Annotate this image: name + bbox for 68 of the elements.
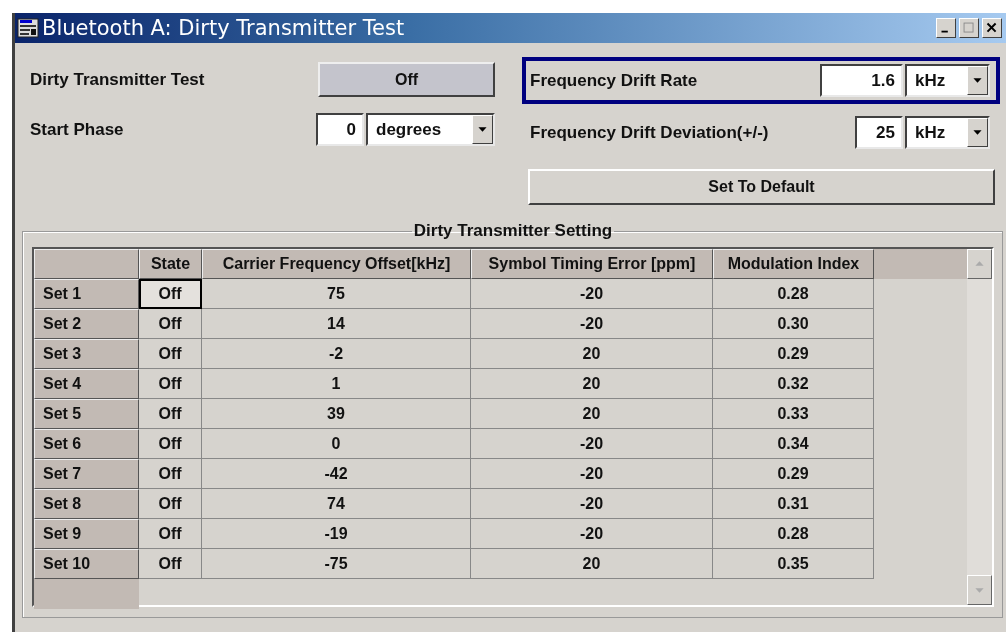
table-cell: 0 bbox=[202, 429, 471, 459]
state-cell[interactable]: Off bbox=[139, 369, 202, 399]
table-cell: -20 bbox=[471, 489, 713, 519]
state-cell[interactable]: Off bbox=[139, 549, 202, 579]
window-title: Bluetooth A: Dirty Transmitter Test bbox=[42, 16, 406, 40]
window-icon bbox=[17, 17, 39, 39]
state-cell[interactable]: Off bbox=[139, 429, 202, 459]
table-cell: -20 bbox=[471, 309, 713, 339]
setting-label: Dirty Transmitter Test bbox=[30, 69, 206, 90]
state-cell[interactable]: Off bbox=[139, 519, 202, 549]
table-cell: 20 bbox=[471, 369, 713, 399]
setting-label: Start Phase bbox=[30, 119, 125, 140]
row-header[interactable]: Set 7 bbox=[34, 459, 139, 489]
state-cell[interactable]: Off bbox=[139, 489, 202, 519]
table-cell: 20 bbox=[471, 339, 713, 369]
row-header[interactable]: Set 9 bbox=[34, 519, 139, 549]
table-cell: -2 bbox=[202, 339, 471, 369]
table-cell: 20 bbox=[471, 549, 713, 579]
scroll-up-icon[interactable] bbox=[967, 249, 992, 279]
value-field[interactable]: 0 bbox=[316, 113, 364, 146]
setting-label: Frequency Drift Deviation(+/-) bbox=[530, 122, 770, 143]
scroll-down-icon[interactable] bbox=[967, 575, 992, 605]
state-cell[interactable]: Off bbox=[139, 339, 202, 369]
unit-dropdown[interactable]: kHz bbox=[905, 116, 990, 149]
row-header[interactable]: Set 3 bbox=[34, 339, 139, 369]
caret-icon bbox=[472, 115, 493, 144]
caret-icon bbox=[967, 118, 988, 147]
table-cell: 39 bbox=[202, 399, 471, 429]
caret-icon bbox=[967, 66, 988, 95]
table-cell: 74 bbox=[202, 489, 471, 519]
close-icon[interactable] bbox=[982, 18, 1002, 38]
unit-dropdown[interactable]: kHz bbox=[905, 64, 990, 97]
row-header[interactable]: Set 2 bbox=[34, 309, 139, 339]
row-header[interactable]: Set 8 bbox=[34, 489, 139, 519]
value-field[interactable]: 1.6 bbox=[820, 64, 903, 97]
state-cell[interactable]: Off bbox=[139, 399, 202, 429]
row-header[interactable]: Set 10 bbox=[34, 549, 139, 579]
group-title: Dirty Transmitter Setting bbox=[412, 221, 614, 241]
state-cell[interactable]: Off bbox=[139, 309, 202, 339]
table-cell: -20 bbox=[471, 459, 713, 489]
row-header[interactable]: Set 1 bbox=[34, 279, 139, 309]
row-header[interactable]: Set 5 bbox=[34, 399, 139, 429]
value-field[interactable]: 25 bbox=[855, 116, 903, 149]
row-header[interactable]: Set 6 bbox=[34, 429, 139, 459]
table-cell: 14 bbox=[202, 309, 471, 339]
table-cell: -20 bbox=[471, 519, 713, 549]
column-header: Carrier Frequency Offset[kHz] bbox=[202, 249, 471, 279]
toggle-button[interactable]: Off bbox=[318, 62, 495, 97]
table-cell: 20 bbox=[471, 399, 713, 429]
maximize-icon[interactable] bbox=[959, 18, 979, 38]
row-header[interactable]: Set 4 bbox=[34, 369, 139, 399]
table-cell: -42 bbox=[202, 459, 471, 489]
state-cell[interactable]: Off bbox=[139, 279, 202, 309]
set-to-default-button[interactable]: Set To Default bbox=[528, 169, 995, 205]
state-cell[interactable]: Off bbox=[139, 459, 202, 489]
table-cell: -20 bbox=[471, 429, 713, 459]
column-header: Modulation Index bbox=[713, 249, 874, 279]
column-header: State bbox=[139, 249, 202, 279]
table-cell: -20 bbox=[471, 279, 713, 309]
table-cell: -19 bbox=[202, 519, 471, 549]
scrollbar[interactable] bbox=[967, 249, 992, 605]
column-header: Symbol Timing Error [ppm] bbox=[471, 249, 713, 279]
table-cell: -75 bbox=[202, 549, 471, 579]
table-cell: 1 bbox=[202, 369, 471, 399]
table-cell: 75 bbox=[202, 279, 471, 309]
unit-dropdown[interactable]: degrees bbox=[366, 113, 495, 146]
setting-label: Frequency Drift Rate bbox=[530, 70, 699, 91]
minimize-icon[interactable] bbox=[936, 18, 956, 38]
